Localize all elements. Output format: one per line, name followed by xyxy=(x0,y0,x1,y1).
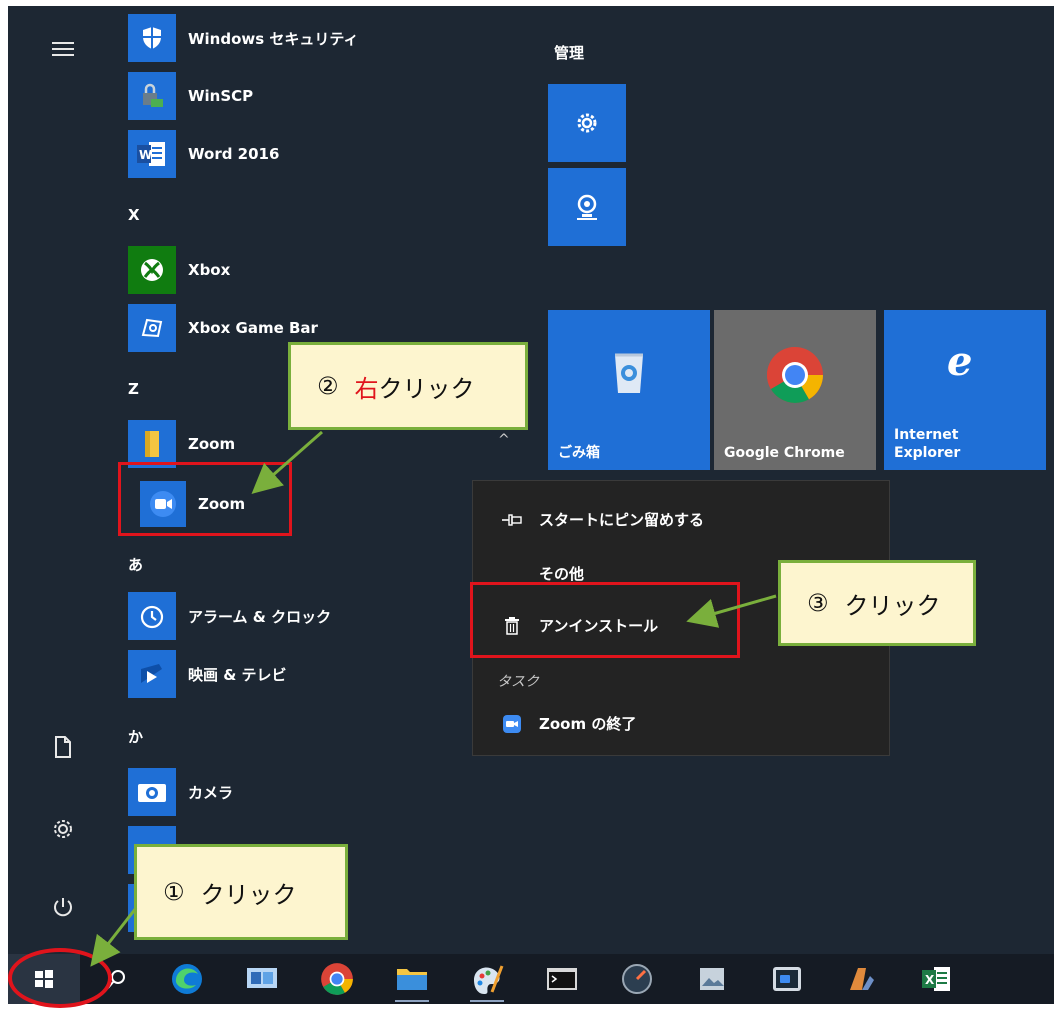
taskbar-file-explorer[interactable] xyxy=(387,954,437,1004)
power-icon[interactable] xyxy=(48,892,78,922)
app-label: Windows セキュリティ xyxy=(188,29,359,48)
svg-text:e: e xyxy=(947,339,972,383)
app-xbox[interactable]: Xbox xyxy=(128,242,230,298)
gear-icon xyxy=(577,113,597,133)
folder-icon xyxy=(128,420,176,468)
highlight-zoom-app xyxy=(118,462,292,536)
app-word-2016[interactable]: W Word 2016 xyxy=(128,126,279,182)
folder-icon xyxy=(397,969,427,990)
document-icon[interactable] xyxy=(48,732,78,762)
image-icon xyxy=(700,968,724,990)
winscp-icon xyxy=(128,72,176,120)
svg-text:X: X xyxy=(925,973,935,987)
app-label: アラーム & クロック xyxy=(188,607,332,626)
tile-group-title[interactable]: 管理 xyxy=(554,42,584,63)
hamburger-menu-icon[interactable] xyxy=(48,34,78,64)
movies-tv-icon xyxy=(128,650,176,698)
taskbar: X xyxy=(8,954,1054,1004)
alarm-clock-icon xyxy=(128,592,176,640)
tile-label: ごみ箱 xyxy=(558,445,600,461)
lightbulb-icon xyxy=(577,194,597,220)
app-label: Zoom xyxy=(188,435,236,453)
app-label: カメラ xyxy=(188,783,234,802)
tile-label: Internet Explorer xyxy=(894,427,961,461)
letter-header-x[interactable]: X xyxy=(128,206,140,224)
zoom-icon xyxy=(501,714,523,733)
xbox-game-bar-icon xyxy=(128,304,176,352)
callout-step2: ② 右クリック xyxy=(288,342,528,430)
app-label: Xbox Game Bar xyxy=(188,319,318,337)
app-label: 映画 & テレビ xyxy=(188,665,287,684)
app-windows-security[interactable]: Windows セキュリティ xyxy=(128,10,359,66)
highlight-start-button xyxy=(8,948,112,1008)
taskbar-edge[interactable] xyxy=(162,954,212,1004)
taskbar-app-2[interactable] xyxy=(237,954,287,1004)
camera-icon xyxy=(128,768,176,816)
app-movies-tv[interactable]: 映画 & テレビ xyxy=(128,646,287,702)
app-label: Word 2016 xyxy=(188,145,280,163)
svg-text:W: W xyxy=(139,148,152,162)
google-chrome-tile[interactable]: Google Chrome xyxy=(714,310,876,470)
zoom-icon xyxy=(773,967,801,991)
taskbar-excel[interactable]: X xyxy=(912,954,962,1004)
app-label: Xbox xyxy=(188,261,231,279)
xbox-icon xyxy=(128,246,176,294)
menu-item-more[interactable]: その他 xyxy=(539,563,584,584)
edge-icon xyxy=(172,964,202,994)
letter-header-a[interactable]: あ xyxy=(128,554,143,575)
chrome-icon xyxy=(767,347,823,403)
pin-icon xyxy=(501,513,523,527)
app-label: WinSCP xyxy=(188,87,254,105)
recycle-bin-icon xyxy=(615,353,643,393)
app-camera[interactable]: カメラ xyxy=(128,764,233,820)
tips-tile[interactable] xyxy=(548,168,626,246)
callout-step1: ① クリック xyxy=(134,844,348,940)
settings-tile[interactable] xyxy=(548,84,626,162)
app-winscp[interactable]: WinSCP xyxy=(128,68,253,124)
recycle-bin-tile[interactable]: ごみ箱 xyxy=(548,310,710,470)
letter-header-ka[interactable]: か xyxy=(128,726,143,747)
tile-label: Google Chrome xyxy=(724,445,845,461)
paint-app-icon xyxy=(850,968,874,990)
taskbar-image-app[interactable] xyxy=(687,954,737,1004)
app-alarm-clock[interactable]: アラーム & クロック xyxy=(128,588,331,644)
gear-icon[interactable] xyxy=(48,814,78,844)
taskbar-paint[interactable] xyxy=(462,954,512,1004)
internet-explorer-tile[interactable]: e Internet Explorer xyxy=(884,310,1046,470)
callout-step3: ③ クリック xyxy=(778,560,976,646)
paint-palette-icon xyxy=(474,965,504,994)
menu-item-exit-zoom[interactable]: Zoom の終了 xyxy=(501,713,636,734)
menu-item-pin-to-start[interactable]: スタートにピン留めする xyxy=(501,509,704,530)
internet-explorer-icon: e xyxy=(947,339,972,383)
terminal-icon xyxy=(547,968,577,990)
menu-section-task: タスク xyxy=(497,674,539,690)
taskbar-gauge-app[interactable] xyxy=(612,954,662,1004)
highlight-uninstall xyxy=(470,582,740,658)
excel-icon: X xyxy=(922,967,950,991)
chrome-icon xyxy=(321,963,353,995)
word-icon: W xyxy=(128,130,176,178)
screen-app-icon xyxy=(247,968,277,988)
gauge-icon xyxy=(622,964,652,994)
taskbar-chrome[interactable] xyxy=(312,954,362,1004)
chevron-up-icon[interactable]: ^ xyxy=(498,432,510,448)
taskbar-paint-app[interactable] xyxy=(837,954,887,1004)
taskbar-terminal[interactable] xyxy=(537,954,587,1004)
shield-icon xyxy=(128,14,176,62)
taskbar-zoom[interactable] xyxy=(762,954,812,1004)
letter-header-z[interactable]: Z xyxy=(128,380,139,398)
